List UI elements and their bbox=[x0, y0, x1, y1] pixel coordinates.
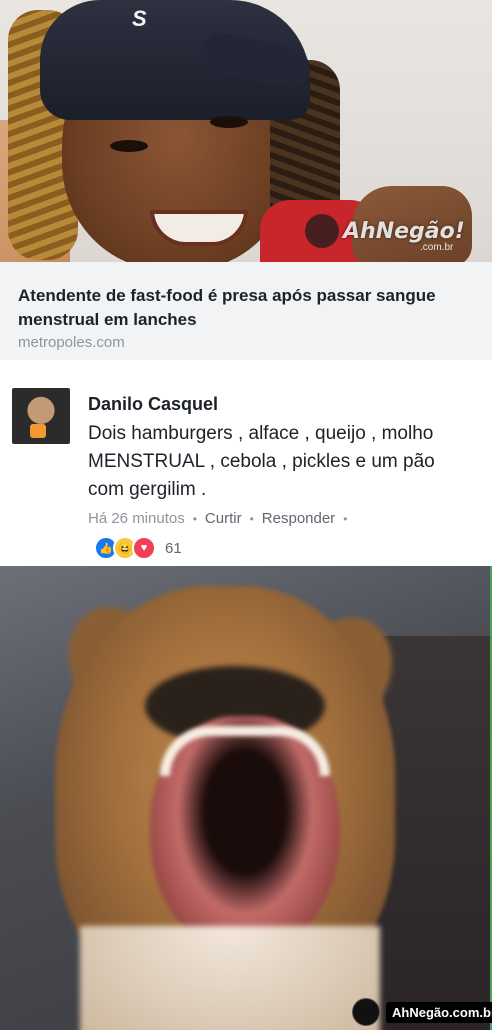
article-photo[interactable]: S AhNegão! .com.br bbox=[0, 0, 492, 262]
love-icon: ♥ bbox=[132, 536, 156, 560]
watermark-text: AhNegão! bbox=[343, 218, 465, 244]
mascot-icon bbox=[352, 998, 380, 1026]
photo-eye-left bbox=[110, 140, 148, 152]
footer-watermark: AhNegão.com.br bbox=[352, 998, 492, 1026]
comment-time[interactable]: Há 26 minutos bbox=[88, 510, 185, 527]
watermark-subtext: .com.br bbox=[420, 242, 454, 253]
dog-teeth bbox=[160, 726, 330, 776]
comment-author[interactable]: Danilo Casquel bbox=[88, 394, 218, 415]
reply-button[interactable]: Responder bbox=[262, 510, 335, 527]
article-title[interactable]: Atendente de fast-food é presa após pass… bbox=[18, 284, 458, 332]
reaction-count: 61 bbox=[165, 539, 182, 557]
separator-dot: • bbox=[192, 511, 197, 526]
avatar[interactable] bbox=[12, 388, 70, 444]
mascot-icon bbox=[305, 214, 339, 248]
comment-meta: Há 26 minutos • Curtir • Responder • bbox=[88, 510, 347, 527]
comment: Danilo Casquel Dois hamburgers , alface … bbox=[0, 360, 492, 566]
dog-chest bbox=[80, 926, 380, 1030]
article-domain: metropoles.com bbox=[18, 334, 125, 351]
like-button[interactable]: Curtir bbox=[205, 510, 242, 527]
cap-logo: S bbox=[132, 6, 147, 31]
meme-screenshot: S AhNegão! .com.br Atendente de fast-foo… bbox=[0, 0, 492, 1030]
photo-eye-right bbox=[210, 116, 248, 128]
comment-text: Dois hamburgers , alface , queijo , molh… bbox=[88, 423, 435, 500]
reaction-summary[interactable]: 👍 😆 ♥ 61 bbox=[94, 536, 182, 560]
reaction-photo bbox=[0, 566, 492, 1030]
link-preview-caption[interactable]: Atendente de fast-food é presa após pass… bbox=[0, 262, 492, 361]
footer-watermark-text: AhNegão.com.br bbox=[386, 1001, 492, 1023]
separator-dot: • bbox=[249, 511, 254, 526]
cup-icon bbox=[30, 424, 46, 438]
separator-dot: • bbox=[343, 511, 348, 526]
